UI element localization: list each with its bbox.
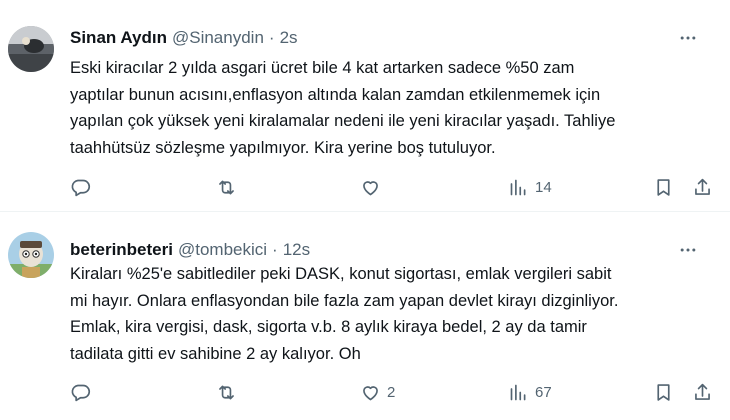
tweet[interactable]: Sinan Aydın @Sinanydin · 2s Eski kiracıl…: [0, 0, 730, 212]
tweet-text-line: Kiraları %25'e sabitlediler peki DASK, k…: [70, 265, 612, 283]
share-button[interactable]: [692, 380, 713, 404]
like-count: 2: [387, 383, 396, 401]
tweet-text: Kiraları %25'e sabitlediler peki DASK, k…: [70, 261, 710, 367]
bookmark-button[interactable]: [653, 380, 674, 404]
tweet-text-line: Emlak, kira vergisi, dask, sigorta v.b. …: [70, 318, 587, 336]
avatar[interactable]: [8, 26, 54, 72]
separator: ·: [268, 28, 275, 47]
timestamp[interactable]: 2s: [280, 28, 298, 48]
tweet-text-line: mi hayır. Onlara enflasyondan bile fazla…: [70, 291, 619, 310]
display-name[interactable]: beterinbeteri: [70, 240, 173, 260]
tweet-text-line: taahhütsüz sözleşme yapılmıyor. Kira yer…: [70, 138, 496, 157]
avatar[interactable]: [8, 232, 54, 278]
tweet-header: Sinan Aydın @Sinanydin · 2s: [70, 27, 714, 49]
action-bar: 14: [70, 175, 714, 199]
tweet-text-line: Eski kiracılar 2 yılda asgari ücret bile…: [70, 59, 575, 77]
tweet-text-line: yapılan çok yüksek yeni kiralamalar nede…: [70, 112, 616, 130]
like-button[interactable]: 2: [360, 380, 395, 404]
views-count: 14: [535, 178, 552, 196]
heart-icon: [363, 385, 378, 400]
cartoon-avatar-icon: [8, 232, 54, 278]
reply-icon: [71, 384, 91, 401]
user-handle[interactable]: @Sinanydin: [172, 28, 264, 48]
action-bar: 2 67: [70, 380, 714, 404]
bookmark-icon: [657, 383, 670, 401]
bookmark-button[interactable]: [653, 175, 674, 199]
share-icon: [695, 178, 710, 195]
display-name[interactable]: Sinan Aydın: [70, 28, 167, 48]
profile-photo-icon: [8, 26, 54, 72]
retweet-icon: [219, 385, 234, 399]
views-button[interactable]: 14: [508, 175, 552, 199]
views-button[interactable]: 67: [508, 380, 552, 404]
share-icon: [695, 383, 710, 400]
tweet-header: beterinbeteri @tombekici · 12s: [70, 239, 714, 261]
more-icon[interactable]: [678, 27, 698, 49]
heart-icon: [363, 180, 378, 195]
more-icon[interactable]: [678, 239, 698, 261]
tweet-text: Eski kiracılar 2 yılda asgari ücret bile…: [70, 55, 710, 161]
user-handle[interactable]: @tombekici: [178, 240, 267, 260]
share-button[interactable]: [692, 175, 713, 199]
timestamp[interactable]: 12s: [283, 240, 310, 260]
views-count: 67: [535, 383, 552, 401]
timeline: Sinan Aydın @Sinanydin · 2s Eski kiracıl…: [0, 0, 730, 420]
views-chart-icon: [510, 179, 526, 195]
separator: ·: [272, 240, 278, 259]
tweet-text-line: yaptılar bunun acısını,enflasyon altında…: [70, 85, 601, 104]
like-button[interactable]: [360, 175, 387, 199]
tweet-text-line: tadilata gitti ev sahibine 2 ay kalıyor.…: [70, 344, 361, 363]
retweet-button[interactable]: [216, 380, 243, 404]
bookmark-icon: [657, 178, 670, 196]
retweet-icon: [219, 180, 234, 194]
reply-button[interactable]: [70, 380, 97, 404]
reply-icon: [71, 179, 91, 196]
tweet[interactable]: beterinbeteri @tombekici · 12s Kiraları …: [0, 212, 730, 420]
retweet-button[interactable]: [216, 175, 243, 199]
views-chart-icon: [510, 384, 526, 400]
reply-button[interactable]: [70, 175, 97, 199]
